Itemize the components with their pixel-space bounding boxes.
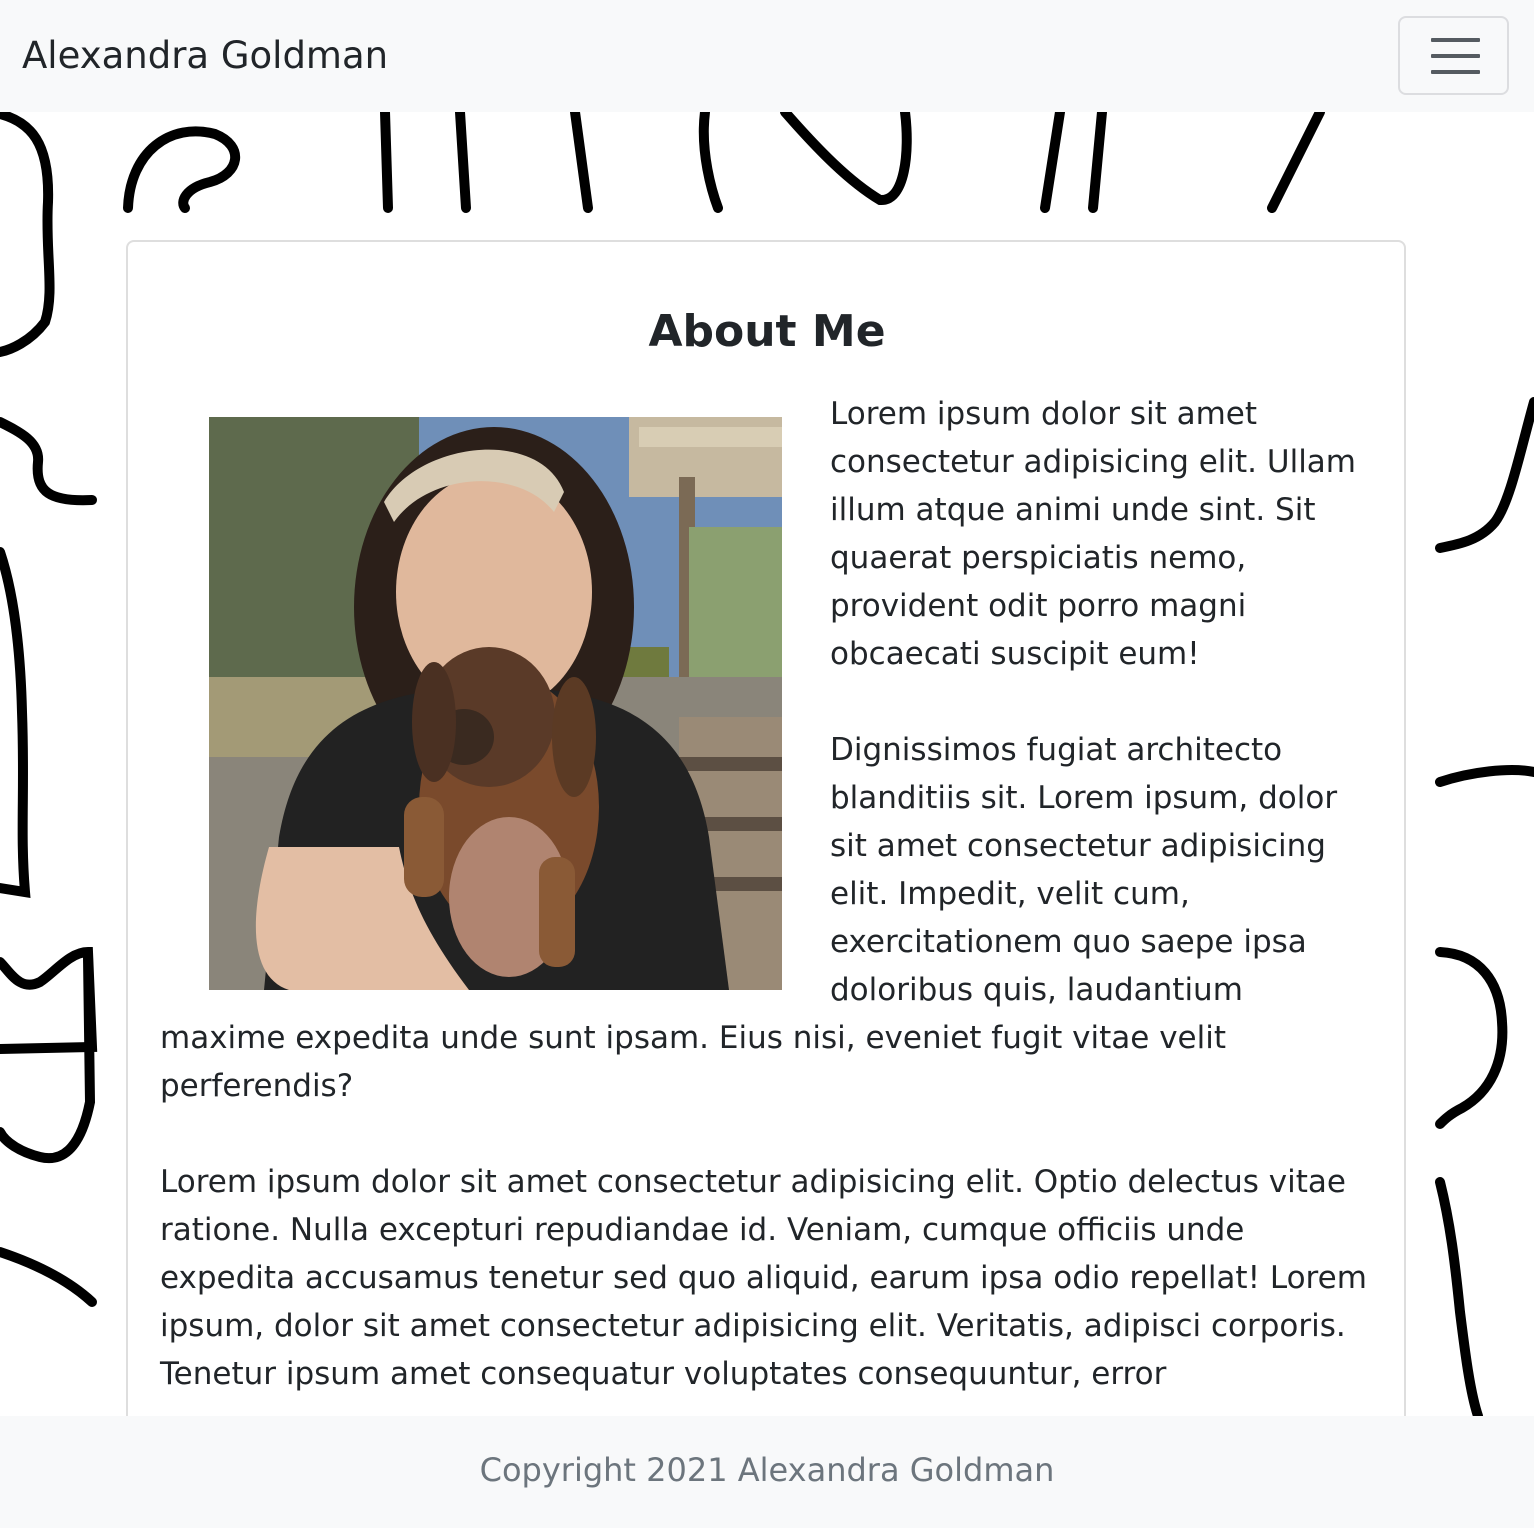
footer-copyright: Copyright 2021 Alexandra Goldman: [479, 1451, 1055, 1489]
navbar: Alexandra Goldman: [0, 0, 1534, 112]
navbar-toggler-button[interactable]: [1398, 16, 1509, 95]
about-content: Lorem ipsum dolor sit amet consectetur a…: [160, 390, 1370, 1398]
photo-illustration: [209, 417, 782, 990]
footer: Copyright 2021 Alexandra Goldman: [0, 1416, 1534, 1528]
about-paragraph-3: Lorem ipsum dolor sit amet consectetur a…: [160, 1164, 1367, 1392]
navbar-brand[interactable]: Alexandra Goldman: [22, 30, 388, 82]
profile-photo: [209, 417, 782, 990]
page-title: About Me: [648, 306, 886, 357]
